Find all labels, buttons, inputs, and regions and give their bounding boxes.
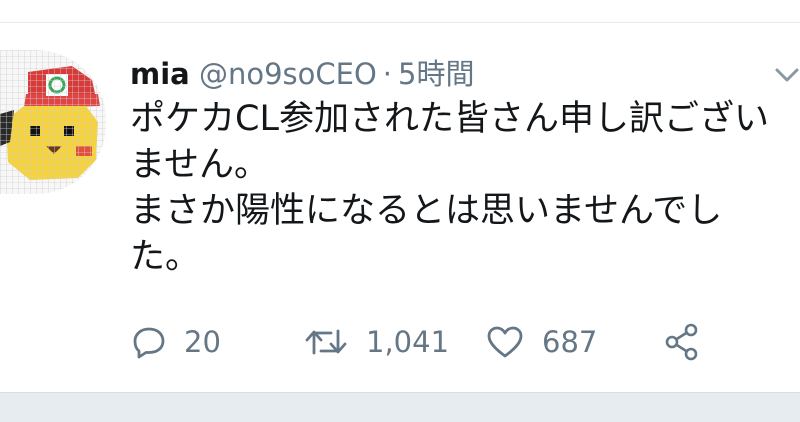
feed-separator	[0, 392, 800, 422]
retweet-button[interactable]: 1,041	[304, 322, 449, 362]
share-icon	[665, 323, 698, 361]
like-count: 687	[542, 325, 598, 359]
tweet-text: ポケカCL参加された皆さん申し訳ございません。 まさか陽性になるとは思いませんで…	[130, 99, 769, 277]
tweet-header: mia @no9soCEO · 5時間	[130, 54, 474, 94]
retweet-icon	[305, 329, 347, 355]
chevron-down-icon[interactable]	[774, 66, 800, 86]
retweet-count: 1,041	[366, 325, 450, 359]
reply-button[interactable]: 20	[132, 322, 221, 362]
like-button[interactable]: 687	[486, 322, 597, 362]
reply-icon	[133, 327, 165, 359]
separator-dot: ·	[382, 57, 392, 91]
author-name[interactable]: mia	[130, 57, 190, 91]
author-handle[interactable]: @no9soCEO	[199, 57, 377, 91]
share-button[interactable]	[663, 322, 701, 362]
feed-separator-line	[0, 392, 800, 393]
timestamp[interactable]: 5時間	[398, 57, 474, 91]
reply-count: 20	[184, 325, 221, 359]
heart-icon	[487, 326, 523, 358]
